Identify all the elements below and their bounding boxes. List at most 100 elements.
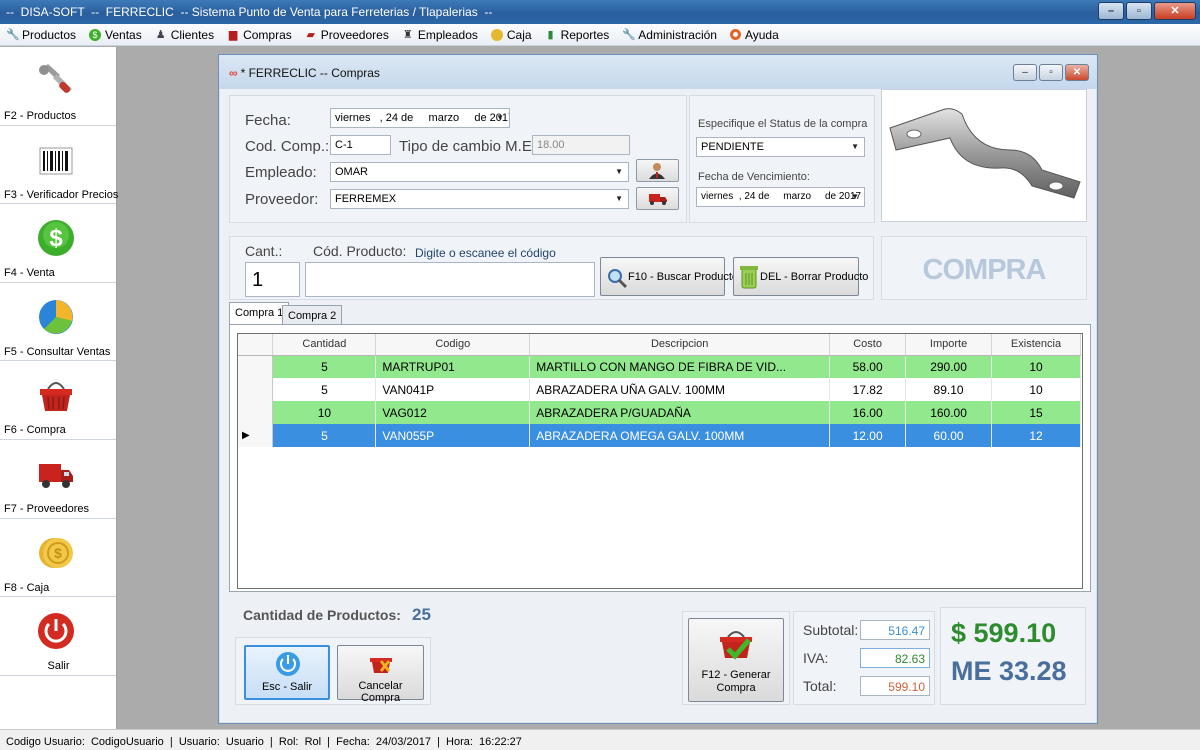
total-field[interactable]: 599.10 [860,676,930,696]
child-close-button[interactable]: ✕ [1065,64,1089,81]
coins-icon: $ [39,537,73,568]
compra-table: Cantidad Codigo Descripcion Costo Import… [238,334,1081,447]
sidebar-item-proveedores[interactable]: F7 - Proveedores [0,440,116,519]
chevron-down-icon: ▼ [851,192,859,201]
subtotal-label: Subtotal: [803,622,859,638]
table-row[interactable]: 5 VAN041P ABRAZADERA UÑA GALV. 100MM 17.… [238,378,1081,401]
menu-compras[interactable]: ▆ Compras [227,28,292,42]
close-button[interactable]: ✕ [1154,2,1196,20]
col-cantidad[interactable]: Cantidad [272,334,377,356]
proveedor-label: Proveedor: [245,191,319,208]
confirm-basket-icon [720,631,752,660]
actions-panel: Esc - Salir Cancelar Compra [235,637,431,705]
sidebar-item-venta[interactable]: $ F4 - Venta [0,204,116,283]
col-existencia[interactable]: Existencia [991,334,1081,356]
child-restore-button[interactable]: ▫ [1039,64,1063,81]
generar-compra-button[interactable]: F12 - Generar Compra [688,618,784,702]
col-codigo[interactable]: Codigo [375,334,531,356]
svg-text:$: $ [49,225,63,252]
child-window-controls: – ▫ ✕ [1013,64,1089,81]
tab-compra-2[interactable]: Compra 2 [282,305,343,325]
menu-productos[interactable]: 🔧 Productos [6,28,76,42]
sidebar-item-consultar[interactable]: F5 - Consultar Ventas [0,283,116,362]
power-icon [276,652,300,676]
compras-title: * FERRECLIC -- Compras [240,66,380,80]
app-title: -- DISA-SOFT -- FERRECLIC -- Sistema Pun… [6,5,493,19]
svg-text:$: $ [54,545,62,561]
col-descripcion[interactable]: Descripcion [529,334,831,356]
table-row[interactable]: 5 MARTRUP01 MARTILLO CON MANGO DE FIBRA … [238,355,1081,378]
row-header[interactable] [238,401,274,424]
vencimiento-picker[interactable]: viernes , 24 de marzo de 2017 ▼ [696,187,865,207]
app-title-bar: -- DISA-SOFT -- FERRECLIC -- Sistema Pun… [0,0,1200,24]
row-header[interactable] [238,378,274,401]
search-icon [608,269,628,289]
menu-proveedores[interactable]: ▰ Proveedores [305,28,389,42]
total-label: Total: [803,678,837,694]
compra-grid[interactable]: Cantidad Codigo Descripcion Costo Import… [237,333,1083,589]
menu-caja[interactable]: Caja [490,28,532,42]
buscar-producto-button[interactable]: F10 - Buscar Producto [600,257,738,296]
row-header[interactable]: ▶ [238,424,274,447]
codcomp-field[interactable]: C-1 [330,135,391,155]
menu-ventas[interactable]: $ Ventas [89,28,142,42]
tipocambio-label: Tipo de cambio M.E.: [399,138,541,155]
grid-header: Cantidad Codigo Descripcion Costo Import… [238,334,1081,356]
product-image [881,89,1087,222]
status-select[interactable]: PENDIENTE ▼ [696,137,865,157]
wrench-icon: 🔧 [6,28,20,41]
codproducto-input[interactable] [305,262,595,297]
compras-title-bar: ∞ * FERRECLIC -- Compras – ▫ ✕ [219,55,1097,89]
chevron-down-icon: ▼ [851,142,859,151]
row-header[interactable] [238,355,274,378]
iva-label: IVA: [803,650,829,666]
sidebar-item-productos[interactable]: F2 - Productos [0,47,116,126]
col-importe[interactable]: Importe [905,334,992,356]
proveedor-select[interactable]: FERREMEX ▼ [330,189,629,209]
menu-administracion[interactable]: 🔧 Administración [622,28,717,42]
window-controls: – ▫ ✕ [1098,2,1196,20]
menu-clientes[interactable]: ♟ Clientes [155,28,214,42]
grand-total-panel: $ 599.10 ME 33.28 [940,607,1086,705]
truck-icon [649,194,667,205]
borrar-producto-button[interactable]: DEL - Borrar Producto [733,257,868,296]
col-costo[interactable]: Costo [829,334,907,356]
cant-input[interactable]: 1 [245,262,300,297]
compra-header-panel: Fecha: viernes , 24 de marzo de 2017 ▼ Co… [229,95,687,223]
table-row[interactable]: 10 VAG012 ABRAZADERA P/GUADAÑA 16.00 160… [238,401,1081,424]
proveedor-lookup-button[interactable] [636,187,679,210]
chevron-down-icon: ▼ [615,167,623,176]
sidebar-item-compra[interactable]: F6 - Compra [0,361,116,440]
sidebar-item-salir[interactable]: Salir [0,597,116,676]
empleado-select[interactable]: OMAR ▼ [330,162,629,182]
menu-reportes[interactable]: ▮ Reportes [545,28,610,42]
coin-icon [490,28,503,41]
status-bar-text: Codigo Usuario: CodigoUsuario | Usuario:… [6,736,522,748]
subtotal-field[interactable]: 516.47 [860,620,930,640]
trash-icon [740,266,758,289]
menu-empleados[interactable]: ♜ Empleados [402,28,478,42]
salir-button[interactable]: Esc - Salir [244,645,330,700]
tab-compra-1[interactable]: Compra 1 [229,302,290,324]
cancelar-compra-button[interactable]: Cancelar Compra [337,645,424,704]
help-icon [729,29,741,40]
app-logo-icon: ∞ [229,66,238,80]
sidebar: F2 - Productos F3 - Verificador Precios … [0,47,118,729]
maximize-button[interactable]: ▫ [1126,2,1152,20]
compras-window: ∞ * FERRECLIC -- Compras – ▫ ✕ Fecha: vie… [218,54,1098,724]
menu-ayuda[interactable]: Ayuda [729,28,779,42]
empleado-lookup-button[interactable] [636,159,679,182]
child-minimize-button[interactable]: – [1013,64,1037,81]
tipocambio-field[interactable]: 18.00 [532,135,630,155]
codcomp-label: Cod. Comp.: [245,138,330,155]
fecha-picker[interactable]: viernes , 24 de marzo de 2017 ▼ [330,108,510,128]
cantidad-productos-label: Cantidad de Productos: [243,607,401,623]
empleado-label: Empleado: [245,164,317,181]
iva-field[interactable]: 82.63 [860,648,930,668]
codproducto-label: Cód. Producto: [313,243,407,259]
table-row-selected[interactable]: ▶ 5 VAN055P ABRAZADERA OMEGA GALV. 100MM… [238,424,1081,447]
sidebar-item-caja[interactable]: $ F8 - Caja [0,519,116,598]
barcode-icon [39,147,73,175]
sidebar-item-verificador[interactable]: F3 - Verificador Precios [0,126,118,205]
minimize-button[interactable]: – [1098,2,1124,20]
